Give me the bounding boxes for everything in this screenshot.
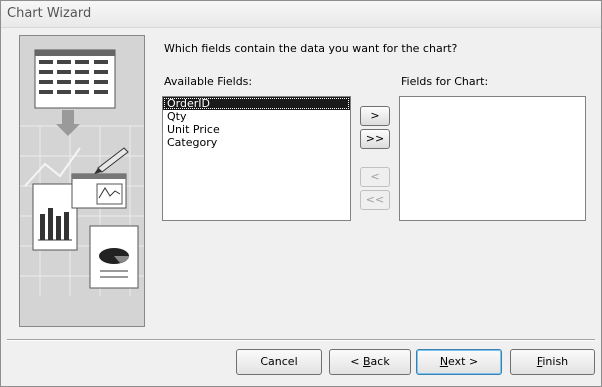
next-button[interactable]: Next > [416,349,502,375]
wizard-prompt: Which fields contain the data you want f… [164,42,458,55]
title-bar[interactable]: Chart Wizard [1,1,601,28]
list-item[interactable]: Category [163,136,350,149]
finish-button[interactable]: Finish [510,349,595,375]
fields-for-chart-label: Fields for Chart: [401,75,489,88]
finish-button-rest: inish [542,355,569,368]
footer-separator [7,339,595,341]
window-title: Chart Wizard [7,6,92,21]
list-item[interactable]: Unit Price [163,123,350,136]
wizard-illustration [19,35,145,327]
next-button-rest: ext > [448,355,479,368]
remove-field-button[interactable]: < [360,167,390,187]
back-button-prefix: < [350,355,363,368]
remove-all-fields-button[interactable]: << [360,190,390,210]
list-item[interactable]: Qty [163,110,350,123]
back-button[interactable]: < Back [329,349,411,375]
available-fields-list[interactable]: OrderID Qty Unit Price Category [162,96,351,221]
fields-for-chart-list[interactable] [399,96,586,221]
add-field-button[interactable]: > [360,106,390,126]
list-item[interactable]: OrderID [163,97,350,110]
add-all-fields-button[interactable]: >> [360,129,390,149]
back-button-mnemonic: B [363,355,371,368]
chart-wizard-window: Chart Wizard Which fields contain the da… [0,0,602,387]
chart-wizard-illustration-image [20,36,144,326]
cancel-button[interactable]: Cancel [236,349,322,375]
available-fields-label: Available Fields: [164,75,253,88]
back-button-rest: ack [370,355,390,368]
next-button-mnemonic: N [439,355,449,368]
